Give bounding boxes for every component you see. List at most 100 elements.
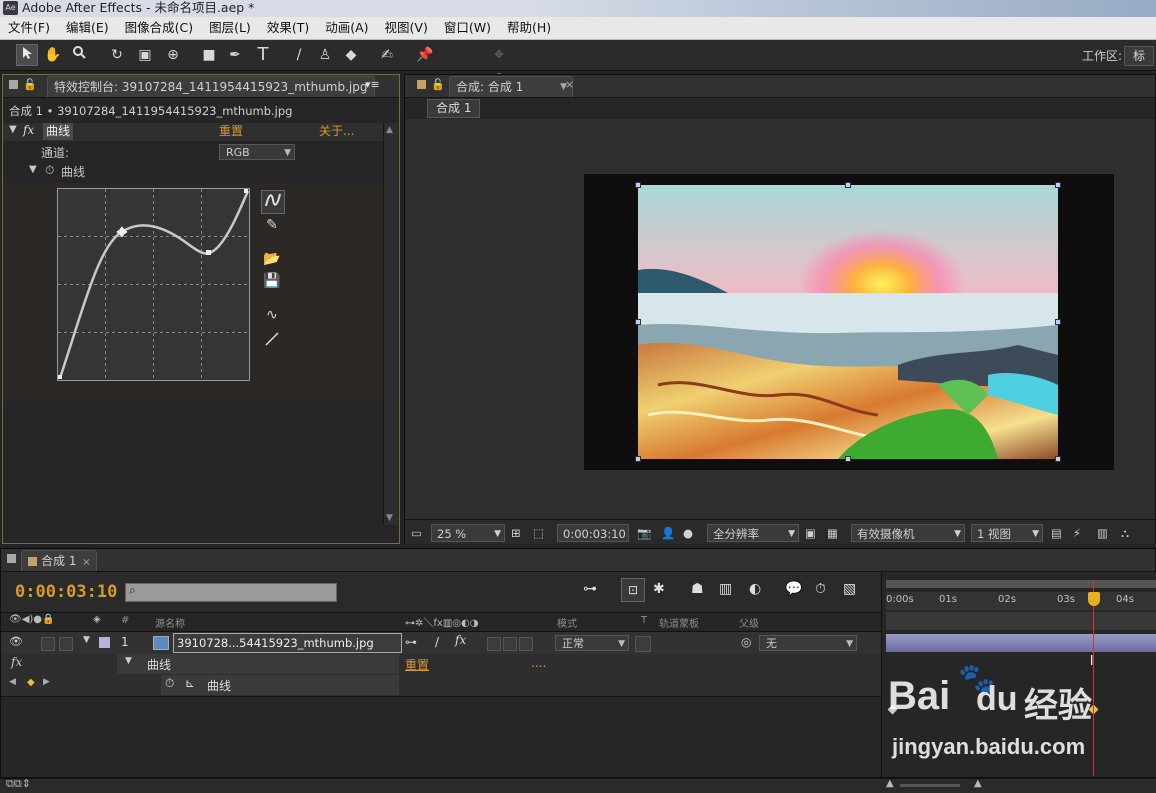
layer-name[interactable]: 3910728...54415923_mthumb.jpg	[173, 633, 402, 653]
layer-expand-triangle-icon[interactable]: ▼	[83, 635, 90, 645]
selection-tool-icon[interactable]	[16, 44, 38, 66]
pencil-tool-icon[interactable]: ✎	[261, 217, 283, 233]
zoom-in-icon[interactable]: ▲	[974, 778, 982, 789]
effect-expand-triangle-icon[interactable]: ▼	[125, 656, 132, 666]
effect-row[interactable]: fx ▼ 曲线 重置 ....	[1, 654, 881, 676]
effect-name[interactable]: 曲线	[43, 123, 74, 140]
puppet-pin-icon[interactable]: 📌	[414, 44, 436, 66]
composition-subtab[interactable]: 合成 1	[427, 99, 481, 118]
snapshot-camera-icon[interactable]: 📷	[637, 524, 651, 542]
menu-view[interactable]: 视图(V)	[377, 17, 436, 39]
panel-grip-icon[interactable]	[7, 554, 16, 563]
work-area-bar[interactable]	[886, 612, 1156, 630]
column-source-name[interactable]: 源名称	[155, 615, 185, 630]
solo-toggle[interactable]	[41, 637, 55, 651]
open-folder-icon[interactable]: 📂	[261, 251, 283, 267]
menu-composition[interactable]: 图像合成(C)	[117, 17, 201, 39]
transparency-grid-icon[interactable]: ▦	[827, 524, 838, 542]
transform-handle[interactable]	[635, 456, 641, 462]
pen-tool-icon[interactable]: ✒	[224, 44, 246, 66]
transform-handle[interactable]	[635, 182, 641, 188]
effect-reset-link[interactable]: 重置	[219, 123, 243, 140]
panel-menu-icon[interactable]: ▾≡	[365, 78, 380, 91]
draft-3d-icon[interactable]: ✱	[653, 581, 665, 597]
close-tab-icon[interactable]: ×	[82, 557, 90, 568]
panel-grip-icon[interactable]	[417, 80, 426, 89]
layer-image-preview[interactable]	[638, 185, 1058, 459]
camera-orbit-icon[interactable]: ▣	[134, 44, 156, 66]
menu-effect[interactable]: 效果(T)	[259, 17, 317, 39]
timeline-effect-dots[interactable]: ....	[531, 656, 546, 670]
menu-window[interactable]: 窗口(W)	[436, 17, 499, 39]
add-keyframe-icon[interactable]: ◆	[27, 677, 35, 688]
frame-blending-icon[interactable]: ▥	[719, 581, 732, 597]
channel-dropdown[interactable]: RGB ▼	[219, 144, 295, 160]
switch-box[interactable]	[519, 637, 533, 651]
curve-tool-icon[interactable]	[261, 190, 285, 214]
rotate-tool-icon[interactable]: ↻	[106, 44, 128, 66]
tab-composition[interactable]: 合成: 合成 1 ▼	[449, 76, 573, 97]
curve-point[interactable]	[58, 375, 62, 379]
eye-icon[interactable]: 👁	[9, 635, 23, 648]
viewer-timecode[interactable]: 0:00:03:10	[557, 524, 629, 542]
toggle-switches-icon[interactable]: ⧉⧉⇕	[6, 777, 31, 791]
layer-label-color[interactable]	[99, 637, 110, 648]
hide-shy-layers-icon[interactable]: ☗	[691, 581, 704, 597]
layer-duration-bar[interactable]	[886, 634, 1156, 652]
stopwatch-icon[interactable]: ⏱	[45, 163, 54, 178]
composition-viewer[interactable]	[405, 119, 1155, 519]
transform-handle[interactable]	[635, 319, 641, 325]
timeline-timecode[interactable]: 0:00:03:10	[15, 582, 117, 602]
save-icon[interactable]: 💾	[261, 273, 283, 289]
flowchart-icon[interactable]: ⛬	[1121, 524, 1129, 542]
fx-icon[interactable]: fx	[23, 123, 34, 137]
playhead-handle[interactable]	[1087, 592, 1100, 606]
mask-visibility-icon[interactable]: ⬚	[533, 524, 544, 542]
quality-switch-icon[interactable]: /	[435, 635, 439, 649]
color-channels-icon[interactable]: ●	[683, 524, 693, 542]
layer-row[interactable]: 👁 ▼ 1 3910728...54415923_mthumb.jpg ⊶ / …	[1, 632, 881, 655]
region-of-interest-icon[interactable]: ▣	[805, 524, 816, 542]
timeline-search-input[interactable]: ⌕	[125, 583, 337, 602]
smooth-icon[interactable]: ∿	[261, 307, 283, 323]
pan-behind-icon[interactable]: ⊕	[162, 44, 184, 66]
always-preview-icon[interactable]: ▭	[411, 524, 422, 542]
timeline-effect-reset[interactable]: 重置	[405, 656, 429, 673]
close-tab-icon[interactable]: ×	[565, 78, 574, 91]
shy-switch-icon[interactable]: ⊶	[405, 635, 417, 649]
transform-handle[interactable]	[1055, 319, 1061, 325]
property-row[interactable]: ◀ ◆ ▶ ⏱ ⊾ 曲线	[1, 675, 881, 697]
text-tool-icon[interactable]: T	[252, 44, 274, 66]
preserve-transparency-toggle[interactable]	[635, 636, 651, 652]
layer-mode-dropdown[interactable]: 正常 ▼	[555, 635, 629, 651]
transform-handle[interactable]	[1055, 182, 1061, 188]
fx-switch-icon[interactable]: fx	[455, 633, 466, 647]
effect-controls-scrollbar[interactable]: ▲ ▼	[383, 123, 398, 525]
menu-edit[interactable]: 编辑(E)	[58, 17, 117, 39]
show-snapshot-icon[interactable]: 👤	[661, 524, 675, 542]
effect-expand-triangle-icon[interactable]: ▼	[9, 124, 17, 135]
menu-file[interactable]: 文件(F)	[0, 17, 58, 39]
zoom-out-icon[interactable]: ▲	[886, 778, 894, 789]
menu-layer[interactable]: 图层(L)	[201, 17, 259, 39]
workspace-dropdown[interactable]: 标	[1124, 46, 1154, 66]
curve-point[interactable]	[244, 189, 248, 193]
curve-point[interactable]	[206, 250, 211, 255]
brainstorm-icon[interactable]: 💬	[785, 581, 802, 597]
fast-previews-icon[interactable]: ⚡	[1073, 524, 1081, 542]
live-update-icon[interactable]: ⊡	[621, 578, 645, 602]
toggle-pixel-aspect-icon[interactable]: ▤	[1051, 524, 1062, 542]
tab-timeline[interactable]: 合成 1 ×	[21, 550, 97, 571]
time-navigator[interactable]	[886, 580, 1156, 588]
switch-box[interactable]	[487, 637, 501, 651]
tab-effect-controls[interactable]: 特效控制台: 39107284_1411954415923_mthumb.jpg	[47, 76, 375, 97]
axis-mode-icon[interactable]: ✥ ● ⊠	[488, 44, 510, 105]
auto-keyframe-icon[interactable]: ⏱	[815, 581, 826, 597]
next-keyframe-icon[interactable]: ▶	[43, 677, 50, 687]
hand-tool-icon[interactable]: ✋	[42, 44, 64, 66]
lock-toggle[interactable]	[59, 637, 73, 651]
lock-icon[interactable]: 🔓	[23, 78, 37, 91]
effect-about-link[interactable]: 关于...	[319, 123, 354, 140]
motion-blur-icon[interactable]: ◐	[749, 581, 761, 597]
switch-box[interactable]	[503, 637, 517, 651]
